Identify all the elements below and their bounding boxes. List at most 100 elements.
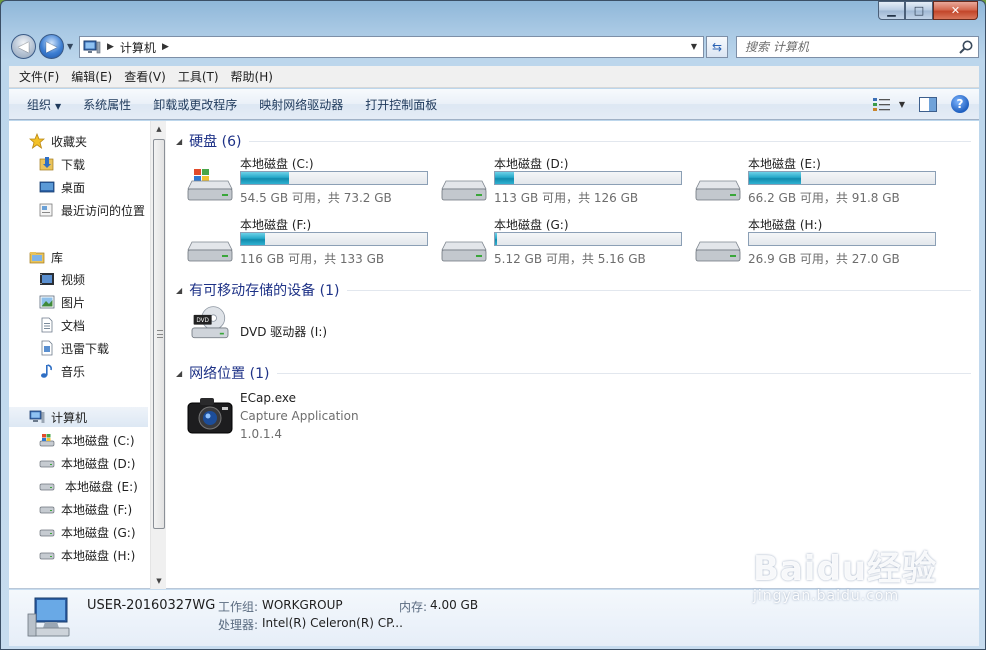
windows-drive-icon [187,169,233,201]
back-button[interactable]: ◀ [11,34,36,59]
menu-file[interactable]: 文件(F) [9,68,65,85]
menu-help[interactable]: 帮助(H) [225,68,279,85]
ecap-version: 1.0.1.4 [240,427,282,441]
recent-pages-dropdown[interactable]: ▼ [67,42,73,51]
minimize-button[interactable]: ▁ [878,1,905,20]
group-hard-disks[interactable]: ◢ 硬盘 (6) [176,131,971,151]
help-icon[interactable]: ? [951,95,969,113]
scroll-up-icon[interactable]: ▲ [151,121,167,137]
change-view-button[interactable]: ▼ [872,97,905,111]
collapse-triangle-icon[interactable]: ◢ [176,369,182,378]
open-control-panel-button[interactable]: 打开控制面板 [354,96,448,113]
search-box[interactable] [736,36,979,58]
hard-drive-icon [441,241,487,262]
computer-name: USER-20160327WG [87,598,216,613]
nav-item-label: 本地磁盘 (C:) [61,433,135,448]
menu-tools[interactable]: 工具(T) [172,68,225,85]
refresh-button[interactable]: ⇆ [706,36,728,58]
explorer-window: ▁ □ ✕ ◀ ▶ ▼ ▶ 计算机 ▶ ▼ ⇆ 搜索 计算机 文件(F) 编辑(… [0,0,986,650]
drive-free-space: 66.2 GB 可用，共 91.8 GB [748,191,900,205]
processor-value: Intel(R) Celeron(R) CP... [262,616,403,630]
view-options-icon [872,98,890,111]
drive-item-c[interactable]: 本地磁盘 (C:) 54.5 GB 可用，共 73.2 GB [186,155,436,213]
nav-item-drive-f[interactable]: 本地磁盘 (F:) [39,499,132,519]
processor-label: 处理器: [218,618,259,632]
camera-icon [187,398,233,434]
organize-label: 组织 [27,97,52,112]
navigation-pane: 收藏夹 下载 桌面 最近访问的位置 库 视频 图片 文档 迅雷下载 音乐 计算机… [9,121,150,589]
scrollbar-thumb[interactable] [153,139,165,529]
drive-item-d[interactable]: 本地磁盘 (D:) 113 GB 可用，共 126 GB [440,155,690,213]
search-input[interactable] [745,40,958,54]
nav-item-drive-d[interactable]: 本地磁盘 (D:) [39,453,135,473]
collapse-triangle-icon[interactable]: ◢ [176,137,182,146]
scrollbar-grip-icon [157,330,163,338]
nav-item-videos[interactable]: 视频 [39,269,85,289]
drive-item-g[interactable]: 本地磁盘 (G:) 5.12 GB 可用，共 5.16 GB [440,216,690,274]
nav-item-label: 本地磁盘 (E:) [65,479,138,494]
drive-name: 本地磁盘 (D:) [494,157,569,171]
drive-usage-fill [241,172,290,184]
collapse-triangle-icon[interactable]: ◢ [176,286,182,295]
nav-item-music[interactable]: 音乐 [39,361,85,381]
scroll-down-icon[interactable]: ▼ [151,573,167,589]
close-button[interactable]: ✕ [933,1,978,20]
breadcrumb-separator-icon[interactable]: ▶ [162,42,169,52]
workgroup-label: 工作组: [218,600,259,614]
minimize-icon: ▁ [887,4,896,17]
address-history-dropdown-icon[interactable]: ▼ [691,42,697,51]
command-bar: 组织 ▼ 系统属性 卸载或更改程序 映射网络驱动器 打开控制面板 ▼ ? [9,89,979,120]
content-area: 收藏夹 下载 桌面 最近访问的位置 库 视频 图片 文档 迅雷下载 音乐 计算机… [9,121,979,589]
nav-item-pictures[interactable]: 图片 [39,292,85,312]
ecap-item[interactable]: ECap.exe Capture Application 1.0.1.4 [186,389,446,445]
search-icon[interactable] [958,39,974,55]
computer-icon [29,410,45,423]
menu-view[interactable]: 查看(V) [118,68,172,85]
nav-item-drive-g[interactable]: 本地磁盘 (G:) [39,522,136,542]
back-arrow-icon: ◀ [18,38,29,55]
nav-item-drive-e[interactable]: 本地磁盘 (E:) [39,476,138,496]
nav-item-drive-h[interactable]: 本地磁盘 (H:) [39,545,135,565]
nav-item-downloads[interactable]: 下载 [39,154,85,174]
star-icon [29,133,45,149]
view-dropdown-chevron-icon: ▼ [898,99,905,109]
drive-item-h[interactable]: 本地磁盘 (H:) 26.9 GB 可用，共 27.0 GB [694,216,944,274]
organize-button[interactable]: 组织 ▼ [9,96,72,113]
dvd-logo-text: DVD [196,318,209,324]
nav-item-label: 音乐 [61,364,86,379]
dvd-drive-item[interactable]: DVD DVD 驱动器 (I:) [186,301,436,359]
drive-name: 本地磁盘 (F:) [240,218,312,232]
menu-edit[interactable]: 编辑(E) [65,68,118,85]
breadcrumb-computer[interactable]: 计算机 [120,39,156,56]
group-divider [347,289,971,291]
nav-item-drive-c[interactable]: 本地磁盘 (C:) [39,430,135,450]
forward-button[interactable]: ▶ [39,34,64,59]
nav-favorites-label: 收藏夹 [51,134,88,149]
nav-item-documents[interactable]: 文档 [39,315,85,335]
uninstall-program-button[interactable]: 卸载或更改程序 [142,96,248,113]
nav-item-thunder-downloads[interactable]: 迅雷下载 [39,338,109,358]
drive-usage-bar [240,171,428,185]
preview-pane-icon[interactable] [919,96,937,112]
map-network-drive-button[interactable]: 映射网络驱动器 [248,96,354,113]
music-library-icon [41,364,52,378]
drive-usage-fill [495,172,514,184]
nav-computer[interactable]: 计算机 [9,407,148,427]
drive-item-e[interactable]: 本地磁盘 (E:) 66.2 GB 可用，共 91.8 GB [694,155,944,213]
navigation-bar: ◀ ▶ ▼ ▶ 计算机 ▶ ▼ ⇆ [9,31,979,61]
navigation-pane-scrollbar[interactable]: ▲ ▼ [150,121,166,589]
address-bar[interactable]: ▶ 计算机 ▶ ▼ [79,36,704,58]
drive-item-f[interactable]: 本地磁盘 (F:) 116 GB 可用，共 133 GB [186,216,436,274]
breadcrumb-separator-icon[interactable]: ▶ [107,42,114,52]
drive-name: 本地磁盘 (E:) [748,157,821,171]
system-properties-button[interactable]: 系统属性 [72,96,142,113]
drive-usage-fill [241,233,266,245]
nav-item-recent-places[interactable]: 最近访问的位置 [39,200,145,220]
nav-favorites[interactable]: 收藏夹 [29,131,87,151]
nav-libraries[interactable]: 库 [29,247,63,267]
group-network-locations[interactable]: ◢ 网络位置 (1) [176,363,971,383]
group-removable-storage[interactable]: ◢ 有可移动存储的设备 (1) [176,280,971,300]
hard-drive-icon [441,180,487,201]
maximize-button[interactable]: □ [905,1,933,20]
nav-item-desktop[interactable]: 桌面 [39,177,85,197]
